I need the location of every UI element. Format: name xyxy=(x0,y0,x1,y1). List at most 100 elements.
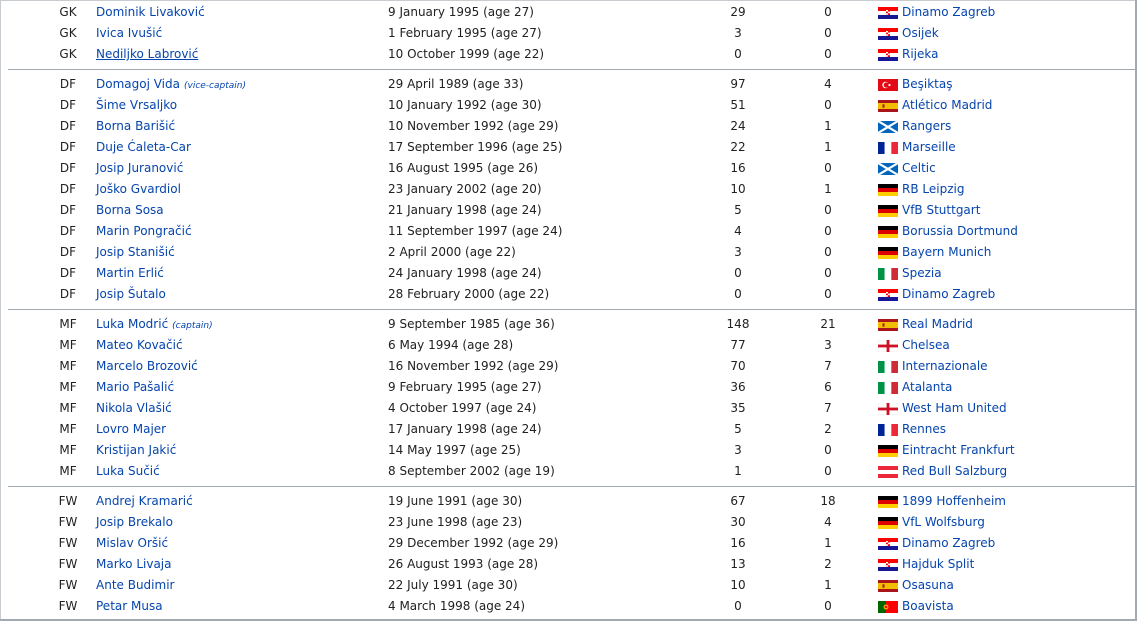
croatia-flag-icon[interactable] xyxy=(878,289,898,301)
italy-flag-icon[interactable] xyxy=(878,268,898,280)
england-flag-icon[interactable] xyxy=(878,340,898,352)
position-cell[interactable]: GK xyxy=(55,2,81,23)
player-name-link[interactable]: Marin Pongračić xyxy=(96,221,192,242)
turkey-flag-icon[interactable] xyxy=(878,79,898,91)
germany-flag-icon[interactable] xyxy=(878,247,898,259)
position-cell[interactable]: FW xyxy=(55,491,81,512)
scotland-flag-icon[interactable] xyxy=(878,121,898,133)
austria-flag-icon[interactable] xyxy=(878,466,898,478)
croatia-flag-icon[interactable] xyxy=(878,559,898,571)
player-name-link[interactable]: Marcelo Brozović xyxy=(96,356,198,377)
position-cell[interactable]: DF xyxy=(55,158,81,179)
portugal-flag-icon[interactable] xyxy=(878,601,898,613)
position-cell[interactable]: DF xyxy=(55,221,81,242)
club-link[interactable]: Spezia xyxy=(902,263,942,284)
player-name-text[interactable]: Ivica Ivušić xyxy=(96,26,162,40)
position-cell[interactable]: DF xyxy=(55,116,81,137)
club-link[interactable]: Osasuna xyxy=(902,575,954,596)
germany-flag-icon[interactable] xyxy=(878,517,898,529)
player-name-link[interactable]: Šime Vrsaljko xyxy=(96,95,177,116)
player-name-text[interactable]: Joško Gvardiol xyxy=(96,182,181,196)
club-link[interactable]: Dinamo Zagreb xyxy=(902,533,995,554)
player-name-link[interactable]: Josip Stanišić xyxy=(96,242,175,263)
position-cell[interactable]: FW xyxy=(55,554,81,575)
italy-flag-icon[interactable] xyxy=(878,382,898,394)
position-cell[interactable]: MF xyxy=(55,440,81,461)
club-link[interactable]: Hajduk Split xyxy=(902,554,974,575)
club-link[interactable]: Boavista xyxy=(902,596,954,617)
player-name-text[interactable]: Šime Vrsaljko xyxy=(96,98,177,112)
club-link[interactable]: Beşiktaş xyxy=(902,74,952,95)
player-name-text[interactable]: Andrej Kramarić xyxy=(96,494,193,508)
player-name-text[interactable]: Marko Livaja xyxy=(96,557,171,571)
player-name-text[interactable]: Martin Erlić xyxy=(96,266,164,280)
player-name-text[interactable]: Mario Pašalić xyxy=(96,380,174,394)
position-cell[interactable]: MF xyxy=(55,314,81,335)
club-link[interactable]: 1899 Hoffenheim xyxy=(902,491,1006,512)
club-link[interactable]: Rijeka xyxy=(902,44,938,65)
player-name-link[interactable]: Mario Pašalić xyxy=(96,377,174,398)
club-link[interactable]: Atalanta xyxy=(902,377,952,398)
player-name-link[interactable]: Ivica Ivušić xyxy=(96,23,162,44)
croatia-flag-icon[interactable] xyxy=(878,7,898,19)
position-cell[interactable]: DF xyxy=(55,263,81,284)
germany-flag-icon[interactable] xyxy=(878,226,898,238)
france-flag-icon[interactable] xyxy=(878,142,898,154)
club-link[interactable]: Dinamo Zagreb xyxy=(902,284,995,305)
player-name-text[interactable]: Borna Barišić xyxy=(96,119,175,133)
france-flag-icon[interactable] xyxy=(878,424,898,436)
scotland-flag-icon[interactable] xyxy=(878,163,898,175)
position-cell[interactable]: DF xyxy=(55,95,81,116)
position-cell[interactable]: MF xyxy=(55,356,81,377)
club-link[interactable]: Atlético Madrid xyxy=(902,95,992,116)
germany-flag-icon[interactable] xyxy=(878,184,898,196)
player-name-link[interactable]: Josip Juranović xyxy=(96,158,183,179)
position-cell[interactable]: GK xyxy=(55,23,81,44)
player-name-text[interactable]: Mateo Kovačić xyxy=(96,338,183,352)
club-link[interactable]: Osijek xyxy=(902,23,939,44)
spain-flag-icon[interactable] xyxy=(878,580,898,592)
club-link[interactable]: Red Bull Salzburg xyxy=(902,461,1007,482)
position-cell[interactable]: DF xyxy=(55,179,81,200)
player-name-link[interactable]: Dominik Livaković xyxy=(96,2,205,23)
germany-flag-icon[interactable] xyxy=(878,205,898,217)
position-cell[interactable]: MF xyxy=(55,377,81,398)
player-name-link[interactable]: Nikola Vlašić xyxy=(96,398,172,419)
position-cell[interactable]: MF xyxy=(55,419,81,440)
club-link[interactable]: Dinamo Zagreb xyxy=(902,2,995,23)
spain-flag-icon[interactable] xyxy=(878,319,898,331)
position-cell[interactable]: MF xyxy=(55,398,81,419)
player-name-link[interactable]: Duje Ćaleta-Car xyxy=(96,137,191,158)
player-name-link[interactable]: Luka Sučić xyxy=(96,461,160,482)
position-cell[interactable]: FW xyxy=(55,575,81,596)
player-name-text[interactable]: Lovro Majer xyxy=(96,422,166,436)
club-link[interactable]: VfB Stuttgart xyxy=(902,200,980,221)
position-cell[interactable]: DF xyxy=(55,74,81,95)
player-name-text[interactable]: Nikola Vlašić xyxy=(96,401,172,415)
player-name-link[interactable]: Mislav Oršić xyxy=(96,533,168,554)
club-link[interactable]: Rennes xyxy=(902,419,946,440)
player-name-text[interactable]: Domagoj Vida xyxy=(96,77,180,91)
position-cell[interactable]: DF xyxy=(55,242,81,263)
player-name-text[interactable]: Duje Ćaleta-Car xyxy=(96,140,191,154)
player-name-text[interactable]: Ante Budimir xyxy=(96,578,174,592)
club-link[interactable]: Internazionale xyxy=(902,356,988,377)
player-name-link[interactable]: Mateo Kovačić xyxy=(96,335,183,356)
player-name-link[interactable]: Marko Livaja xyxy=(96,554,171,575)
player-name-text[interactable]: Nediljko Labrović xyxy=(96,47,198,61)
england-flag-icon[interactable] xyxy=(878,403,898,415)
player-name-text[interactable]: Dominik Livaković xyxy=(96,5,205,19)
player-name-link[interactable]: Josip Šutalo xyxy=(96,284,166,305)
germany-flag-icon[interactable] xyxy=(878,496,898,508)
germany-flag-icon[interactable] xyxy=(878,445,898,457)
player-name-link[interactable]: Lovro Majer xyxy=(96,419,166,440)
player-name-text[interactable]: Luka Sučić xyxy=(96,464,160,478)
position-cell[interactable]: FW xyxy=(55,596,81,617)
player-name-link[interactable]: Kristijan Jakić xyxy=(96,440,176,461)
club-link[interactable]: Bayern Munich xyxy=(902,242,991,263)
club-link[interactable]: Celtic xyxy=(902,158,936,179)
player-name-text[interactable]: Petar Musa xyxy=(96,599,163,613)
player-name-text[interactable]: Josip Šutalo xyxy=(96,287,166,301)
player-role[interactable]: (vice-captain) xyxy=(184,81,246,91)
player-name-text[interactable]: Borna Sosa xyxy=(96,203,164,217)
